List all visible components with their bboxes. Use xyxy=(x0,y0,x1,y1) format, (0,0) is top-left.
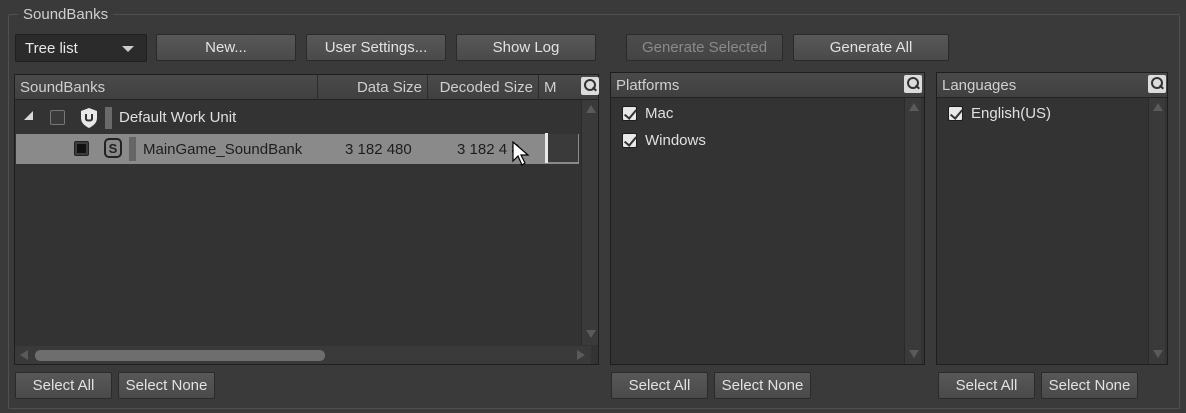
view-mode-dropdown[interactable]: Tree list xyxy=(15,34,147,62)
language-english-checkbox[interactable] xyxy=(948,106,963,121)
platforms-select-none-button[interactable]: Select None xyxy=(714,372,811,399)
column-header-decoded-size[interactable]: Decoded Size xyxy=(428,75,539,100)
languages-select-none-button[interactable]: Select None xyxy=(1041,372,1138,399)
color-swatch xyxy=(105,107,112,129)
platform-windows-checkbox[interactable] xyxy=(622,133,637,148)
scroll-left-arrow-icon[interactable] xyxy=(20,350,28,360)
soundbank-data-size: 3 182 480 xyxy=(345,141,412,158)
languages-select-all-button[interactable]: Select All xyxy=(938,372,1035,399)
group-title: SoundBanks xyxy=(18,6,114,23)
color-swatch xyxy=(129,137,136,161)
show-log-button[interactable]: Show Log xyxy=(456,34,596,61)
languages-panel: Languages English(US) xyxy=(936,72,1168,365)
soundbanks-tree-panel: SoundBanks Data Size Decoded Size M Defa… xyxy=(14,74,599,365)
column-header-soundbanks[interactable]: SoundBanks xyxy=(15,75,318,100)
scroll-down-arrow-icon[interactable] xyxy=(909,350,919,358)
soundbanks-header: SoundBanks Data Size Decoded Size M xyxy=(15,75,599,100)
soundbank-s-icon: S xyxy=(104,138,122,158)
soundbanks-select-none-button[interactable]: Select None xyxy=(118,372,215,399)
chevron-down-icon xyxy=(122,46,134,52)
scroll-down-arrow-icon[interactable] xyxy=(1153,350,1163,358)
view-mode-value: Tree list xyxy=(25,39,78,57)
generate-selected-button[interactable]: Generate Selected xyxy=(626,34,783,61)
platform-mac-checkbox[interactable] xyxy=(622,106,637,121)
platforms-panel: Platforms Mac Windows xyxy=(610,72,925,365)
column-header-m[interactable]: M xyxy=(539,75,579,100)
expand-triangle-icon[interactable] xyxy=(24,111,33,120)
shield-icon xyxy=(81,108,97,128)
work-unit-label: Default Work Unit xyxy=(119,109,237,126)
platforms-select-all-button[interactable]: Select All xyxy=(611,372,708,399)
platform-mac-label: Mac xyxy=(645,105,674,122)
soundbank-decoded-size: 3 182 4 8 xyxy=(457,141,520,158)
soundbank-checkbox[interactable] xyxy=(74,141,89,156)
horizontal-scrollbar[interactable] xyxy=(15,346,591,364)
vertical-scrollbar[interactable] xyxy=(581,100,598,345)
platforms-header-label: Platforms xyxy=(616,77,680,94)
cell-m xyxy=(548,134,578,162)
horizontal-scroll-thumb[interactable] xyxy=(35,350,325,361)
mouse-cursor-icon xyxy=(512,141,530,166)
soundbank-name: MainGame_SoundBank xyxy=(143,141,303,158)
scroll-up-arrow-icon[interactable] xyxy=(586,105,596,113)
search-icon[interactable] xyxy=(581,77,599,95)
new-button[interactable]: New... xyxy=(156,34,296,61)
languages-header: Languages xyxy=(937,73,1167,98)
soundbanks-select-all-button[interactable]: Select All xyxy=(15,372,112,399)
generate-all-button[interactable]: Generate All xyxy=(793,34,949,61)
vertical-scrollbar[interactable] xyxy=(1148,98,1165,364)
search-icon[interactable] xyxy=(1148,75,1166,93)
work-unit-checkbox[interactable] xyxy=(50,110,65,125)
scroll-up-arrow-icon[interactable] xyxy=(1153,103,1163,111)
vertical-scrollbar[interactable] xyxy=(904,98,921,364)
platform-windows-label: Windows xyxy=(645,132,706,149)
scroll-down-arrow-icon[interactable] xyxy=(586,330,596,338)
search-icon[interactable] xyxy=(904,75,922,93)
scroll-up-arrow-icon[interactable] xyxy=(909,103,919,111)
svg-text:S: S xyxy=(109,141,118,156)
languages-header-label: Languages xyxy=(942,77,1017,94)
language-english-label: English(US) xyxy=(971,105,1052,122)
platforms-header: Platforms xyxy=(611,73,924,98)
scroll-right-arrow-icon[interactable] xyxy=(577,350,585,360)
column-header-data-size[interactable]: Data Size xyxy=(318,75,428,100)
user-settings-button[interactable]: User Settings... xyxy=(306,34,446,61)
